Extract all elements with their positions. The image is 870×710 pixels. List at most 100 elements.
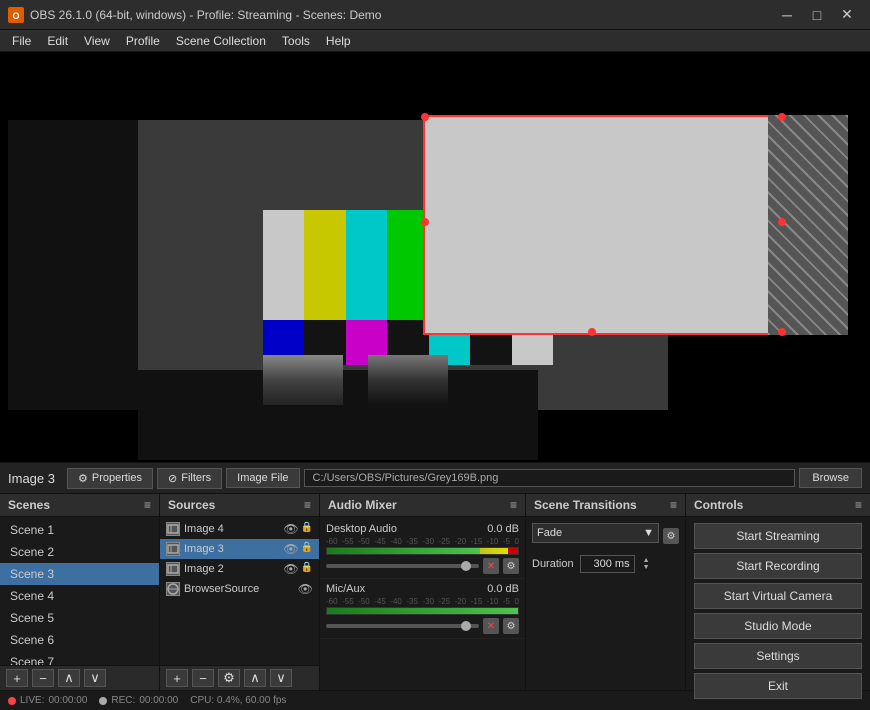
handle-mid-right[interactable] <box>778 218 786 226</box>
desktop-audio-header: Desktop Audio 0.0 dB <box>326 523 519 535</box>
scenes-settings-icon[interactable]: ≡ <box>144 498 151 512</box>
minimize-button[interactable]: ─ <box>772 5 802 25</box>
source-type-icon <box>166 542 180 556</box>
filter-icon: ⊘ <box>168 472 177 485</box>
titlebar: O OBS 26.1.0 (64-bit, windows) - Profile… <box>0 0 870 30</box>
mic-aux-channel: Mic/Aux 0.0 dB -60-55-50-45-40-35-30-25-… <box>320 579 525 639</box>
sources-panel-header: Sources ≡ <box>160 494 319 517</box>
start-virtual-camera-button[interactable]: Start Virtual Camera <box>694 583 862 609</box>
scene-item[interactable]: Scene 6 <box>0 629 159 651</box>
handle-top-right[interactable] <box>778 113 786 121</box>
scene-item[interactable]: Scene 2 <box>0 541 159 563</box>
source-lock-icon[interactable]: 🔒 <box>301 522 313 536</box>
start-recording-button[interactable]: Start Recording <box>694 553 862 579</box>
close-button[interactable]: ✕ <box>832 5 862 25</box>
source-type-icon <box>166 522 180 536</box>
desktop-audio-settings[interactable]: ⚙ <box>503 558 519 574</box>
image-file-button[interactable]: Image File <box>226 468 299 488</box>
source-visibility-icon[interactable]: 👁 <box>283 542 298 556</box>
scenes-panel-header: Scenes ≡ <box>0 494 159 517</box>
sources-panel: Sources ≡ Image 4 👁 🔒 Image 3 <box>160 494 320 690</box>
preview-area <box>0 52 870 462</box>
menu-scene-collection[interactable]: Scene Collection <box>168 32 274 50</box>
source-visibility-icon[interactable]: 👁 <box>283 562 298 576</box>
live-status: LIVE: 00:00:00 <box>8 695 87 706</box>
source-visibility-icon[interactable]: 👁 <box>283 522 298 536</box>
transitions-settings-icon[interactable]: ≡ <box>670 498 677 512</box>
properties-button[interactable]: ⚙ Properties <box>67 468 153 489</box>
browse-button[interactable]: Browse <box>799 468 862 488</box>
menu-help[interactable]: Help <box>318 32 359 50</box>
desktop-audio-db: 0.0 dB <box>487 523 519 535</box>
menu-edit[interactable]: Edit <box>39 32 76 50</box>
menu-file[interactable]: File <box>4 32 39 50</box>
audio-channels: Desktop Audio 0.0 dB -60-55-50-45-40-35-… <box>320 517 525 690</box>
controls-settings-icon[interactable]: ≡ <box>855 498 862 512</box>
settings-button[interactable]: Settings <box>694 643 862 669</box>
source-add-button[interactable]: + <box>166 669 188 687</box>
menu-tools[interactable]: Tools <box>274 32 318 50</box>
source-row[interactable]: BrowserSource 👁 <box>160 579 319 599</box>
preview-canvas <box>8 60 862 454</box>
filters-button[interactable]: ⊘ Filters <box>157 468 222 489</box>
duration-spinner[interactable]: ▲ ▼ <box>643 557 650 571</box>
source-bar: Image 3 ⚙ Properties ⊘ Filters Image Fil… <box>0 462 870 494</box>
exit-button[interactable]: Exit <box>694 673 862 699</box>
transition-type-select[interactable]: Fade ▼ <box>532 523 659 543</box>
audio-panel-header: Audio Mixer ≡ <box>320 494 525 517</box>
source-controls: 👁 🔒 <box>283 522 313 536</box>
handle-bottom-mid[interactable] <box>588 328 596 336</box>
window-controls: ─ □ ✕ <box>772 5 862 25</box>
scene-down-button[interactable]: ∨ <box>84 669 106 687</box>
start-streaming-button[interactable]: Start Streaming <box>694 523 862 549</box>
source-down-button[interactable]: ∨ <box>270 669 292 687</box>
audio-settings-icon[interactable]: ≡ <box>510 498 517 512</box>
source-lock-icon[interactable]: 🔒 <box>301 562 313 576</box>
menu-view[interactable]: View <box>76 32 118 50</box>
transition-settings-btn[interactable]: ⚙ <box>663 528 679 544</box>
maximize-button[interactable]: □ <box>802 5 832 25</box>
mic-aux-fader[interactable] <box>326 624 479 628</box>
scenes-list: Scene 1 Scene 2 Scene 3 Scene 4 Scene 5 … <box>0 517 159 665</box>
source-lock-icon[interactable]: 🔒 <box>301 542 313 556</box>
scene-item[interactable]: Scene 5 <box>0 607 159 629</box>
handle-top-left[interactable] <box>421 113 429 121</box>
scene-up-button[interactable]: ∧ <box>58 669 80 687</box>
scene-item[interactable]: Scene 4 <box>0 585 159 607</box>
source-row[interactable]: Image 4 👁 🔒 <box>160 519 319 539</box>
audio-mixer-panel: Audio Mixer ≡ Desktop Audio 0.0 dB -60-5… <box>320 494 526 690</box>
source-visibility-icon[interactable]: 👁 <box>298 582 313 596</box>
cpu-status: CPU: 0.4%, 60.00 fps <box>190 695 286 706</box>
sources-list: Image 4 👁 🔒 Image 3 👁 🔒 <box>160 517 319 665</box>
scene-item[interactable]: Scene 7 <box>0 651 159 665</box>
window-title: OBS 26.1.0 (64-bit, windows) - Profile: … <box>30 8 381 22</box>
mic-aux-mute[interactable]: ✕ <box>483 618 499 634</box>
handle-bottom-right[interactable] <box>778 328 786 336</box>
scene-item-active[interactable]: Scene 3 <box>0 563 159 585</box>
duration-input[interactable] <box>580 555 635 573</box>
source-selector[interactable] <box>423 115 783 335</box>
mic-aux-settings[interactable]: ⚙ <box>503 618 519 634</box>
menu-profile[interactable]: Profile <box>118 32 168 50</box>
source-remove-button[interactable]: − <box>192 669 214 687</box>
dark-overlay-left <box>8 120 138 410</box>
desktop-audio-mute[interactable]: ✕ <box>483 558 499 574</box>
scene-add-button[interactable]: + <box>6 669 28 687</box>
source-up-button[interactable]: ∧ <box>244 669 266 687</box>
desktop-audio-fader[interactable] <box>326 564 479 568</box>
gear-icon: ⚙ <box>78 472 88 485</box>
scene-remove-button[interactable]: − <box>32 669 54 687</box>
scene-content <box>8 60 862 454</box>
source-config-button[interactable]: ⚙ <box>218 669 240 687</box>
source-row[interactable]: Image 2 👁 🔒 <box>160 559 319 579</box>
scene-item[interactable]: Scene 1 <box>0 519 159 541</box>
svg-text:O: O <box>12 11 19 21</box>
sources-panel-footer: + − ⚙ ∧ ∨ <box>160 665 319 690</box>
titlebar-left: O OBS 26.1.0 (64-bit, windows) - Profile… <box>8 7 381 23</box>
sources-settings-icon[interactable]: ≡ <box>304 498 311 512</box>
source-controls: 👁 🔒 <box>283 542 313 556</box>
desktop-audio-fader-row: ✕ ⚙ <box>326 558 519 574</box>
handle-mid-left[interactable] <box>421 218 429 226</box>
source-row-active[interactable]: Image 3 👁 🔒 <box>160 539 319 559</box>
studio-mode-button[interactable]: Studio Mode <box>694 613 862 639</box>
